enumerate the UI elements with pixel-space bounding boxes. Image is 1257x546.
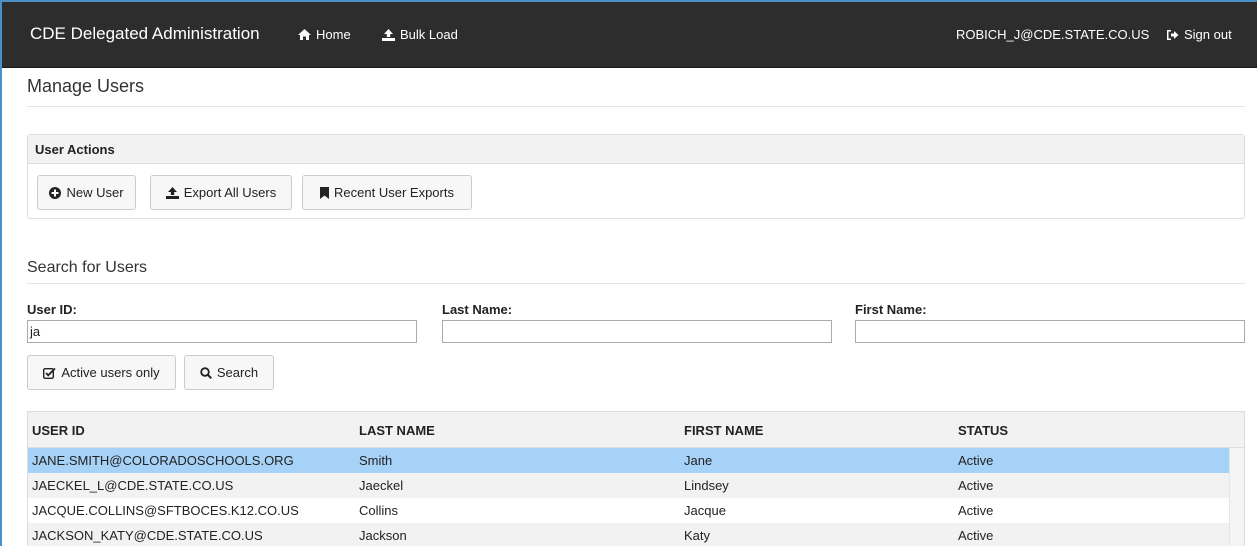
new-user-label: New User — [66, 185, 124, 200]
active-users-only-toggle[interactable]: Active users only — [27, 355, 176, 390]
title-divider — [27, 106, 1245, 107]
cell-status: Active — [958, 503, 994, 518]
cell-first-name: Jane — [684, 453, 713, 468]
cell-user-id: JANE.SMITH@COLORADOSCHOOLS.ORG — [32, 453, 294, 468]
column-header-first-name[interactable]: FIRST NAME — [684, 423, 763, 438]
users-table: USER ID LAST NAME FIRST NAME STATUS JANE… — [27, 411, 1245, 546]
last-name-input[interactable] — [442, 320, 832, 343]
brand-title[interactable]: CDE Delegated Administration — [30, 24, 260, 44]
recent-user-exports-button[interactable]: Recent User Exports — [302, 175, 472, 210]
user-actions-heading: User Actions — [28, 135, 1244, 164]
sign-out-icon — [1166, 29, 1179, 41]
cell-status: Active — [958, 453, 994, 468]
cell-first-name: Katy — [684, 528, 711, 543]
cell-user-id: JAECKEL_L@CDE.STATE.CO.US — [32, 478, 234, 493]
table-header: USER ID LAST NAME FIRST NAME STATUS — [28, 412, 1244, 448]
nav-home-link[interactable]: Home — [298, 27, 351, 42]
last-name-label: Last Name: — [442, 302, 513, 317]
search-button[interactable]: Search — [184, 355, 274, 390]
user-id-label: User ID: — [27, 302, 77, 317]
upload-icon — [165, 186, 179, 199]
active-users-only-label: Active users only — [61, 365, 160, 380]
column-header-user-id[interactable]: USER ID — [32, 423, 85, 438]
cell-user-id: JACQUE.COLLINS@SFTBOCES.K12.CO.US — [32, 503, 299, 518]
search-section-title: Search for Users — [27, 259, 148, 276]
table-row[interactable]: JAECKEL_L@CDE.STATE.CO.US Jaeckel Lindse… — [28, 473, 1229, 498]
cell-first-name: Lindsey — [684, 478, 729, 493]
table-row[interactable]: JANE.SMITH@COLORADOSCHOOLS.ORG Smith Jan… — [28, 448, 1229, 473]
bookmark-icon — [320, 186, 330, 199]
sign-out-label: Sign out — [1184, 27, 1232, 42]
page-title: Manage Users — [27, 76, 145, 96]
user-actions-panel: User Actions New User Export All Users R… — [27, 134, 1245, 219]
home-icon — [298, 29, 311, 40]
upload-icon — [382, 28, 395, 41]
new-user-button[interactable]: New User — [37, 175, 136, 210]
table-scrollbar[interactable] — [1229, 448, 1244, 546]
column-header-last-name[interactable]: LAST NAME — [359, 423, 435, 438]
search-label: Search — [216, 365, 259, 380]
cell-last-name: Collins — [359, 503, 399, 518]
first-name-input[interactable] — [855, 320, 1245, 343]
export-all-users-button[interactable]: Export All Users — [150, 175, 292, 210]
cell-status: Active — [958, 478, 994, 493]
recent-user-exports-label: Recent User Exports — [334, 185, 454, 200]
current-user-email-text: ROBICH_J@CDE.STATE.CO.US — [956, 27, 1150, 42]
top-navbar: CDE Delegated Administration Home Bulk L… — [2, 2, 1257, 68]
search-divider — [27, 283, 1245, 284]
nav-home-label: Home — [316, 27, 351, 42]
export-all-users-label: Export All Users — [183, 185, 277, 200]
table-row[interactable]: JACQUE.COLLINS@SFTBOCES.K12.CO.US Collin… — [28, 498, 1229, 523]
user-id-input[interactable]: ja — [27, 320, 417, 343]
column-header-status[interactable]: STATUS — [958, 423, 1008, 438]
nav-bulk-load-link[interactable]: Bulk Load — [382, 27, 458, 42]
cell-first-name: Jacque — [684, 503, 726, 518]
cell-last-name: Smith — [359, 453, 393, 468]
cell-last-name: Jaeckel — [359, 478, 404, 493]
sign-out-link[interactable]: Sign out — [1166, 27, 1232, 42]
search-icon — [200, 366, 212, 379]
first-name-label: First Name: — [855, 302, 927, 317]
cell-user-id: JACKSON_KATY@CDE.STATE.CO.US — [32, 528, 263, 543]
table-row[interactable]: JACKSON_KATY@CDE.STATE.CO.US Jackson Kat… — [28, 523, 1229, 546]
current-user-email[interactable]: ROBICH_J@CDE.STATE.CO.US — [956, 27, 1149, 42]
cell-status: Active — [958, 528, 994, 543]
checked-checkbox-icon — [43, 367, 56, 379]
plus-circle-icon — [49, 186, 62, 199]
nav-bulk-load-label: Bulk Load — [400, 27, 458, 42]
cell-last-name: Jackson — [359, 528, 407, 543]
